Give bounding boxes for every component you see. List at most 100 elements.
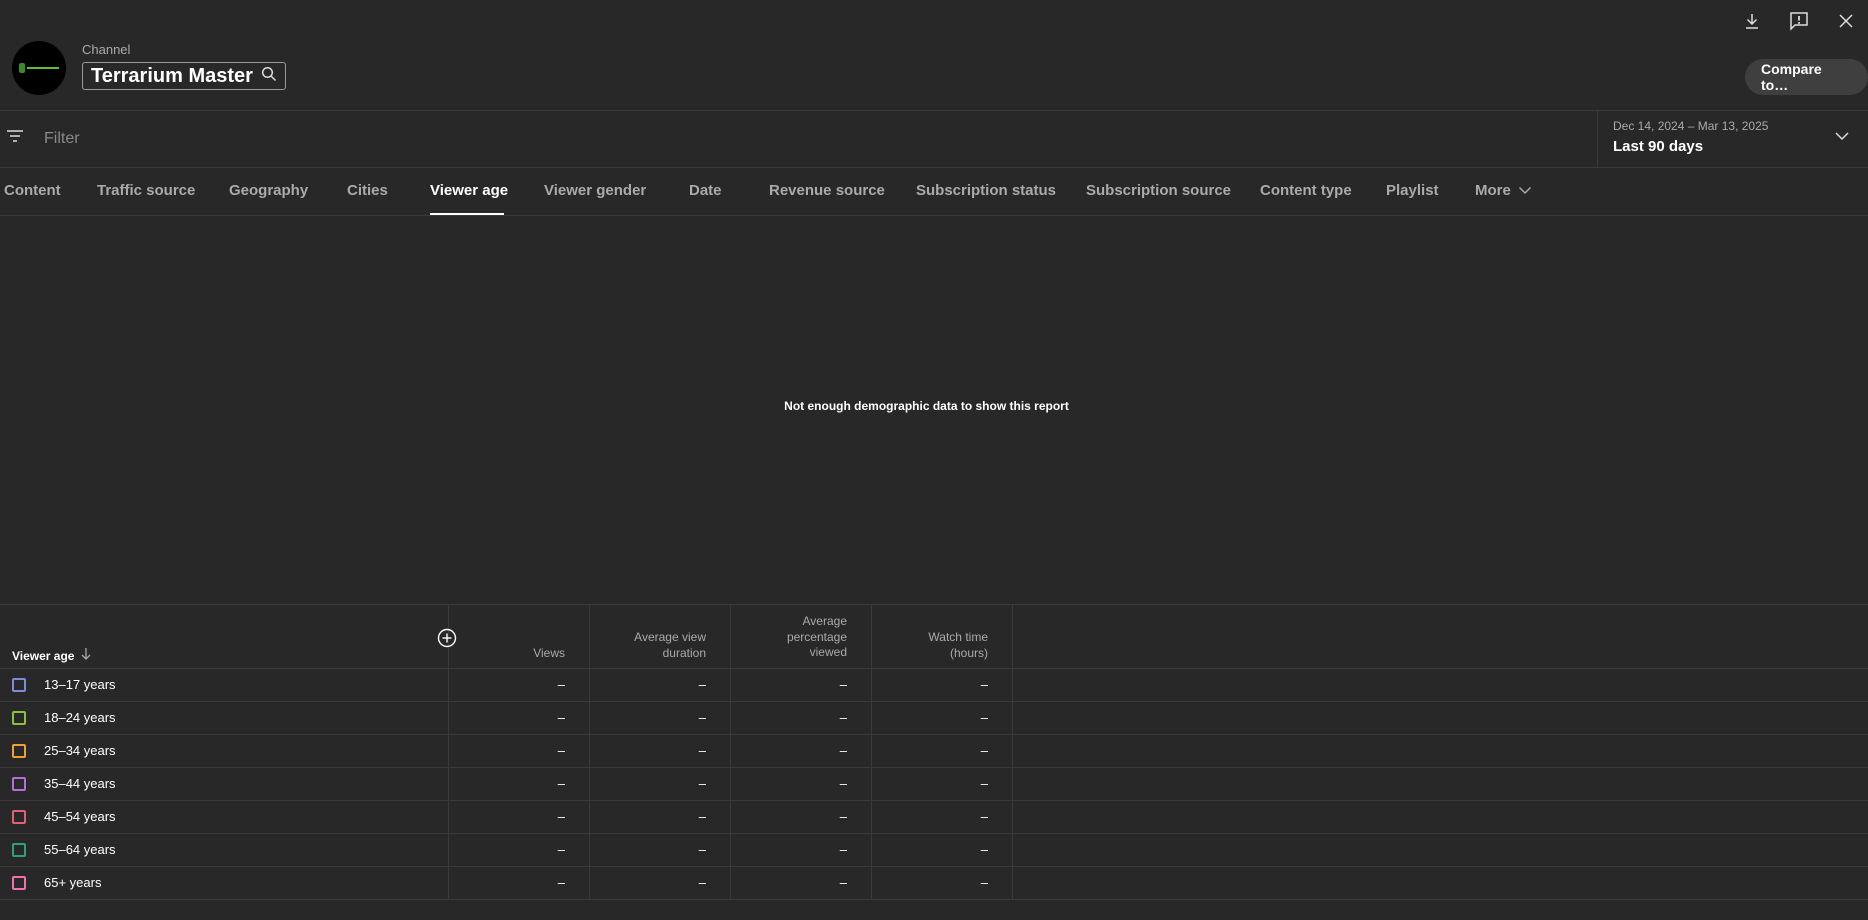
- cell-avg-pct: –: [839, 842, 847, 857]
- divider: [1597, 111, 1598, 167]
- close-icon[interactable]: [1830, 5, 1862, 37]
- cell-views: –: [557, 842, 565, 857]
- tab-content[interactable]: Content: [4, 182, 61, 199]
- row-label: 55–64 years: [44, 842, 116, 857]
- filter-input[interactable]: Filter: [44, 130, 80, 148]
- cell-avg-view-duration: –: [698, 743, 706, 758]
- series-checkbox[interactable]: [12, 876, 26, 890]
- cell-watch-time: –: [980, 776, 988, 791]
- series-checkbox[interactable]: [12, 678, 26, 692]
- header-line: duration: [662, 645, 706, 660]
- table-row[interactable]: 35–44 years – – – –: [0, 768, 1868, 801]
- chevron-down-icon[interactable]: [1834, 128, 1850, 146]
- row-label: 25–34 years: [44, 743, 116, 758]
- row-label: 35–44 years: [44, 776, 116, 791]
- tab-subscription-status[interactable]: Subscription status: [916, 182, 1056, 199]
- divider: [0, 110, 1868, 111]
- tab-revenue-source[interactable]: Revenue source: [769, 182, 885, 199]
- divider: [0, 167, 1868, 168]
- filter-icon[interactable]: [6, 128, 24, 149]
- date-preset[interactable]: Last 90 days: [1613, 138, 1703, 155]
- tab-geography[interactable]: Geography: [229, 182, 308, 199]
- tab-date[interactable]: Date: [689, 182, 722, 199]
- tab-content-type[interactable]: Content type: [1260, 182, 1352, 199]
- table-row[interactable]: 45–54 years – – – –: [0, 801, 1868, 834]
- tab-more[interactable]: More: [1475, 182, 1532, 199]
- header-line: (hours): [949, 645, 988, 660]
- series-checkbox[interactable]: [12, 777, 26, 791]
- cell-views: –: [557, 875, 565, 890]
- divider: [0, 604, 1868, 605]
- cell-watch-time: –: [980, 677, 988, 692]
- chevron-down-icon: [1518, 182, 1532, 199]
- cell-avg-view-duration: –: [698, 710, 706, 725]
- column-header-average-view-duration[interactable]: Average view duration: [634, 630, 706, 661]
- tab-more-label: More: [1475, 182, 1511, 199]
- cell-watch-time: –: [980, 809, 988, 824]
- feedback-icon[interactable]: [1783, 5, 1815, 37]
- cell-views: –: [557, 743, 565, 758]
- tab-viewer-age[interactable]: Viewer age: [430, 182, 508, 199]
- search-icon[interactable]: [261, 66, 277, 87]
- download-icon[interactable]: [1736, 5, 1768, 37]
- empty-state-message: Not enough demographic data to show this…: [784, 399, 1069, 413]
- table-row[interactable]: 18–24 years – – – –: [0, 702, 1868, 735]
- cell-watch-time: –: [980, 875, 988, 890]
- cell-avg-pct: –: [839, 677, 847, 692]
- header-line: Watch time: [928, 630, 988, 644]
- column-header-viewer-age[interactable]: Viewer age: [12, 647, 92, 664]
- divider: [0, 215, 1868, 216]
- tab-subscription-source[interactable]: Subscription source: [1086, 182, 1231, 199]
- header-line: Average: [802, 614, 847, 628]
- table-row[interactable]: 65+ years – – – –: [0, 867, 1868, 900]
- cell-avg-view-duration: –: [698, 842, 706, 857]
- row-label: 45–54 years: [44, 809, 116, 824]
- tab-cities[interactable]: Cities: [347, 182, 388, 199]
- cell-avg-pct: –: [839, 710, 847, 725]
- cell-avg-pct: –: [839, 875, 847, 890]
- column-header-watch-time[interactable]: Watch time (hours): [928, 630, 988, 661]
- channel-selector[interactable]: Terrarium Master: [82, 62, 286, 90]
- header-line: percentage: [786, 629, 847, 644]
- sort-down-icon[interactable]: [80, 647, 92, 664]
- cell-watch-time: –: [980, 743, 988, 758]
- cell-watch-time: –: [980, 842, 988, 857]
- header-line: viewed: [809, 645, 847, 659]
- cell-avg-view-duration: –: [698, 677, 706, 692]
- cell-avg-view-duration: –: [698, 809, 706, 824]
- series-checkbox[interactable]: [12, 744, 26, 758]
- add-metric-icon[interactable]: [437, 628, 457, 653]
- cell-avg-pct: –: [839, 809, 847, 824]
- channel-name: Terrarium Master: [91, 64, 253, 87]
- cell-views: –: [557, 677, 565, 692]
- cell-avg-view-duration: –: [698, 875, 706, 890]
- cell-views: –: [557, 776, 565, 791]
- row-label: 13–17 years: [44, 677, 116, 692]
- column-header-average-percentage-viewed[interactable]: Average percentage viewed: [787, 614, 847, 661]
- column-header-views[interactable]: Views: [533, 646, 565, 662]
- date-range[interactable]: Dec 14, 2024 – Mar 13, 2025: [1613, 119, 1768, 133]
- row-label: 65+ years: [44, 875, 102, 890]
- cell-views: –: [557, 809, 565, 824]
- series-checkbox[interactable]: [12, 843, 26, 857]
- series-checkbox[interactable]: [12, 711, 26, 725]
- channel-label: Channel: [82, 42, 131, 57]
- column-header-label: Viewer age: [12, 648, 75, 663]
- column-header-views-label: Views: [533, 646, 565, 660]
- tab-playlist[interactable]: Playlist: [1386, 182, 1439, 199]
- channel-avatar: [12, 41, 66, 95]
- channel-logo: [17, 63, 61, 73]
- cell-avg-pct: –: [839, 776, 847, 791]
- tab-viewer-gender[interactable]: Viewer gender: [544, 182, 646, 199]
- tab-traffic-source[interactable]: Traffic source: [97, 182, 195, 199]
- header-line: Average view: [634, 630, 706, 644]
- cell-avg-pct: –: [839, 743, 847, 758]
- series-checkbox[interactable]: [12, 810, 26, 824]
- cell-views: –: [557, 710, 565, 725]
- table-row[interactable]: 25–34 years – – – –: [0, 735, 1868, 768]
- compare-button[interactable]: Compare to…: [1745, 59, 1868, 95]
- table-row[interactable]: 55–64 years – – – –: [0, 834, 1868, 867]
- divider: [0, 899, 1868, 900]
- table-row[interactable]: 13–17 years – – – –: [0, 669, 1868, 702]
- cell-watch-time: –: [980, 710, 988, 725]
